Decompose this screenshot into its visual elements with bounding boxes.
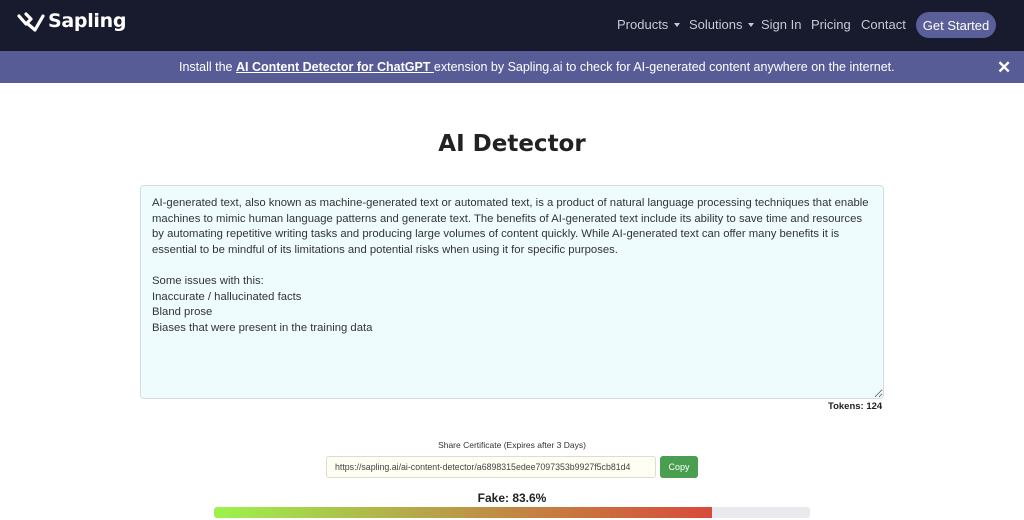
extension-banner: Install the AI Content Detector for Chat… (0, 51, 1024, 83)
sapling-logo-icon (17, 12, 45, 32)
nav-sign-in-label: Sign In (761, 17, 802, 32)
caret-down-icon (748, 22, 755, 27)
caret-down-icon (674, 22, 681, 27)
nav-solutions[interactable]: Solutions (689, 17, 755, 32)
share-certificate-label: Share Certificate (Expires after 3 Days) (438, 440, 586, 450)
fake-score-label: Fake: 83.6% (477, 491, 547, 505)
nav-contact[interactable]: Contact (861, 17, 906, 32)
nav-contact-label: Contact (861, 17, 906, 32)
banner-text: Install the AI Content Detector for Chat… (179, 60, 895, 74)
navbar: Sapling Products Solutions Sign In Prici… (0, 0, 1024, 51)
nav-sign-in[interactable]: Sign In (761, 17, 801, 32)
logo[interactable]: Sapling (17, 10, 126, 32)
nav-pricing[interactable]: Pricing (811, 17, 851, 32)
nav-solutions-label: Solutions (689, 17, 743, 32)
token-count: Tokens: 124 (828, 401, 883, 412)
get-started-button[interactable]: Get Started (916, 12, 996, 38)
brand-name: Sapling (48, 10, 127, 32)
close-icon[interactable]: ✕ (997, 58, 1011, 78)
text-input-area[interactable]: AI-generated text, also known as machine… (140, 185, 884, 399)
nav-pricing-label: Pricing (811, 17, 851, 32)
chatgpt-extension-link[interactable]: AI Content Detector for ChatGPT (236, 60, 434, 74)
copy-button[interactable]: Copy (660, 456, 698, 478)
share-url-field[interactable]: https://sapling.ai/ai-content-detector/a… (326, 456, 656, 478)
fake-score-bar-fill (214, 507, 713, 518)
banner-suffix: extension by Sapling.ai to check for AI-… (433, 60, 895, 74)
nav-products[interactable]: Products (617, 17, 681, 32)
fake-score-bar (214, 507, 810, 518)
page-title: AI Detector (438, 131, 586, 157)
banner-prefix: Install the (179, 60, 236, 74)
nav-products-label: Products (617, 17, 669, 32)
